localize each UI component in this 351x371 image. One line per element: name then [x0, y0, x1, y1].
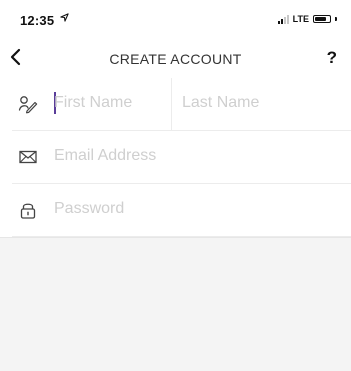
lock-icon: [20, 203, 36, 219]
help-button[interactable]: ?: [327, 48, 337, 68]
password-input[interactable]: [54, 194, 344, 224]
email-input[interactable]: [54, 141, 344, 171]
name-row: [12, 78, 351, 131]
envelope-icon: [19, 150, 37, 164]
page-title: CREATE ACCOUNT: [109, 51, 242, 67]
network-type: LTE: [292, 14, 309, 24]
battery-icon: [313, 15, 331, 23]
email-row: [12, 131, 351, 184]
status-time: 12:35: [20, 13, 55, 28]
last-name-input[interactable]: [182, 88, 342, 118]
battery-tip: [335, 17, 337, 21]
location-arrow-icon: [60, 13, 69, 22]
status-bar: 12:35 LTE: [0, 0, 351, 34]
create-account-screen: 12:35 LTE CREATE ACCOUNT ?: [0, 0, 351, 371]
first-name-input[interactable]: [54, 88, 169, 118]
signature-icon: [18, 96, 38, 114]
password-row: [12, 184, 351, 237]
name-field-divider: [171, 78, 172, 130]
status-indicators: LTE: [277, 13, 337, 25]
signup-form: [0, 78, 351, 237]
footer-area: [0, 237, 351, 371]
nav-bar: CREATE ACCOUNT ?: [0, 38, 351, 78]
signal-strength-icon: [277, 14, 289, 24]
